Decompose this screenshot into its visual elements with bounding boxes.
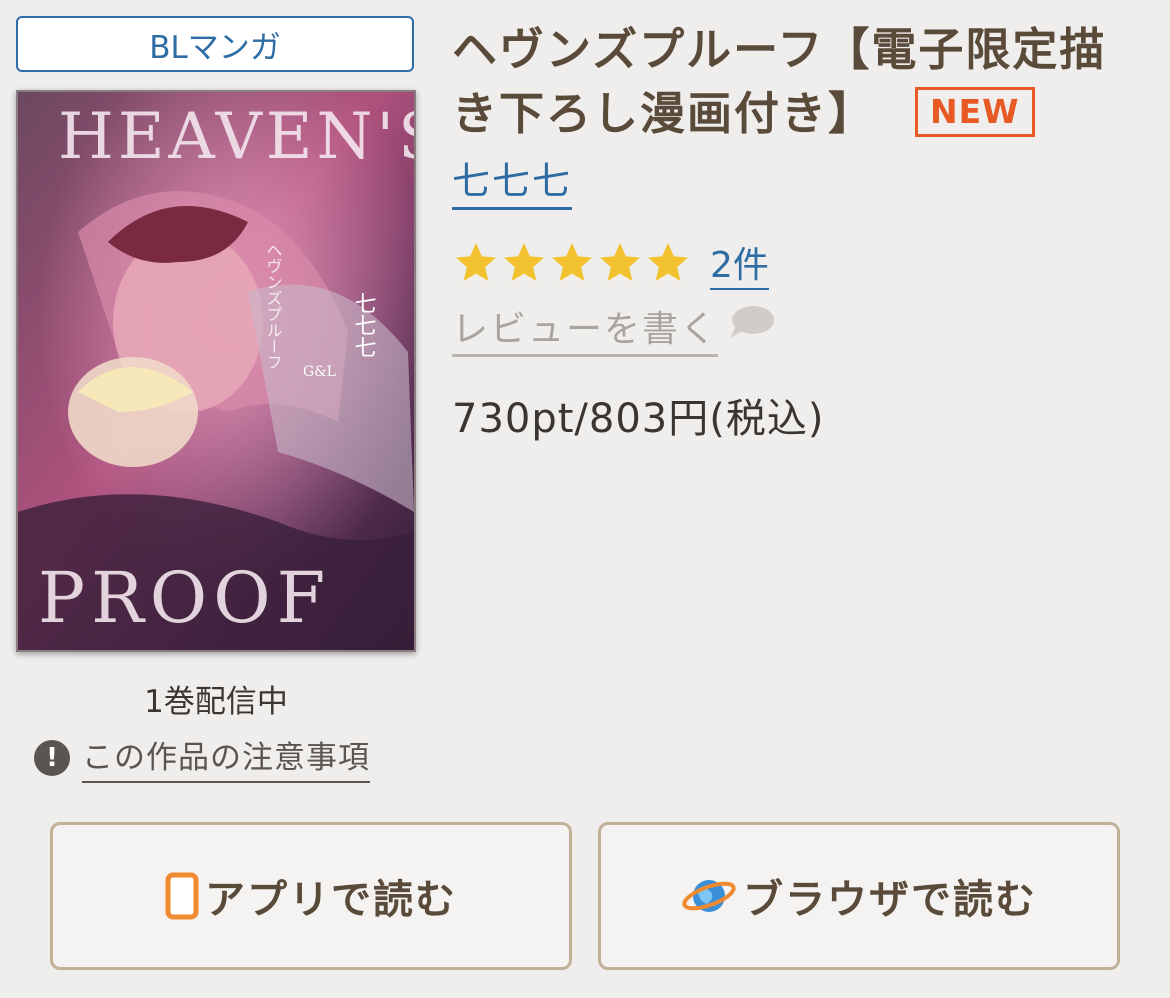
cover-image[interactable]: HEAVEN'S PROOF 七七七 G&L ヘヴンズプルーフ: [16, 90, 416, 652]
genre-badge-bl-manga[interactable]: BLマンガ: [16, 16, 414, 72]
svg-text:PROOF: PROOF: [38, 557, 331, 639]
star-icon: [552, 243, 592, 281]
star-icon: [600, 243, 640, 281]
author-link[interactable]: 七七七: [452, 150, 573, 210]
product-title: ヘヴンズプルーフ【電子限定描き下ろし漫画付き】 NEW: [452, 18, 1152, 146]
star-icon: [456, 243, 496, 281]
speech-bubble-icon: [730, 305, 775, 338]
star-rating: [452, 239, 692, 287]
exclamation-icon: !: [34, 739, 70, 776]
write-review-link[interactable]: レビューを書く: [452, 300, 719, 357]
tablet-icon: [165, 872, 199, 920]
read-in-app-button[interactable]: アプリで読む: [50, 822, 572, 970]
globe-icon: [681, 872, 737, 920]
cover-imprint-text: G&L: [303, 364, 336, 380]
star-icon: [648, 243, 688, 281]
review-count-link[interactable]: 2件: [710, 236, 769, 290]
write-review-row[interactable]: レビューを書く: [452, 300, 776, 357]
volume-status: 1巻配信中: [144, 684, 288, 720]
svg-text:HEAVEN'S: HEAVEN'S: [58, 100, 414, 174]
star-icon: [504, 243, 544, 281]
read-in-browser-label: ブラウザで読む: [743, 877, 1037, 923]
cover-title-vertical: ヘヴンズプルーフ: [264, 242, 283, 370]
price: 730pt/803円(税込): [452, 396, 825, 442]
read-in-app-label: アプリで読む: [205, 877, 457, 923]
cover-artwork: HEAVEN'S PROOF 七七七 G&L ヘヴンズプルーフ: [18, 92, 414, 650]
cover-author-text: 七七七: [351, 292, 376, 358]
new-badge: NEW: [915, 87, 1035, 137]
content-notes-link[interactable]: この作品の注意事項: [82, 732, 370, 783]
read-in-browser-button[interactable]: ブラウザで読む: [598, 822, 1120, 970]
rating-row: 2件: [452, 236, 769, 290]
content-notes-row[interactable]: ! この作品の注意事項: [34, 732, 370, 783]
